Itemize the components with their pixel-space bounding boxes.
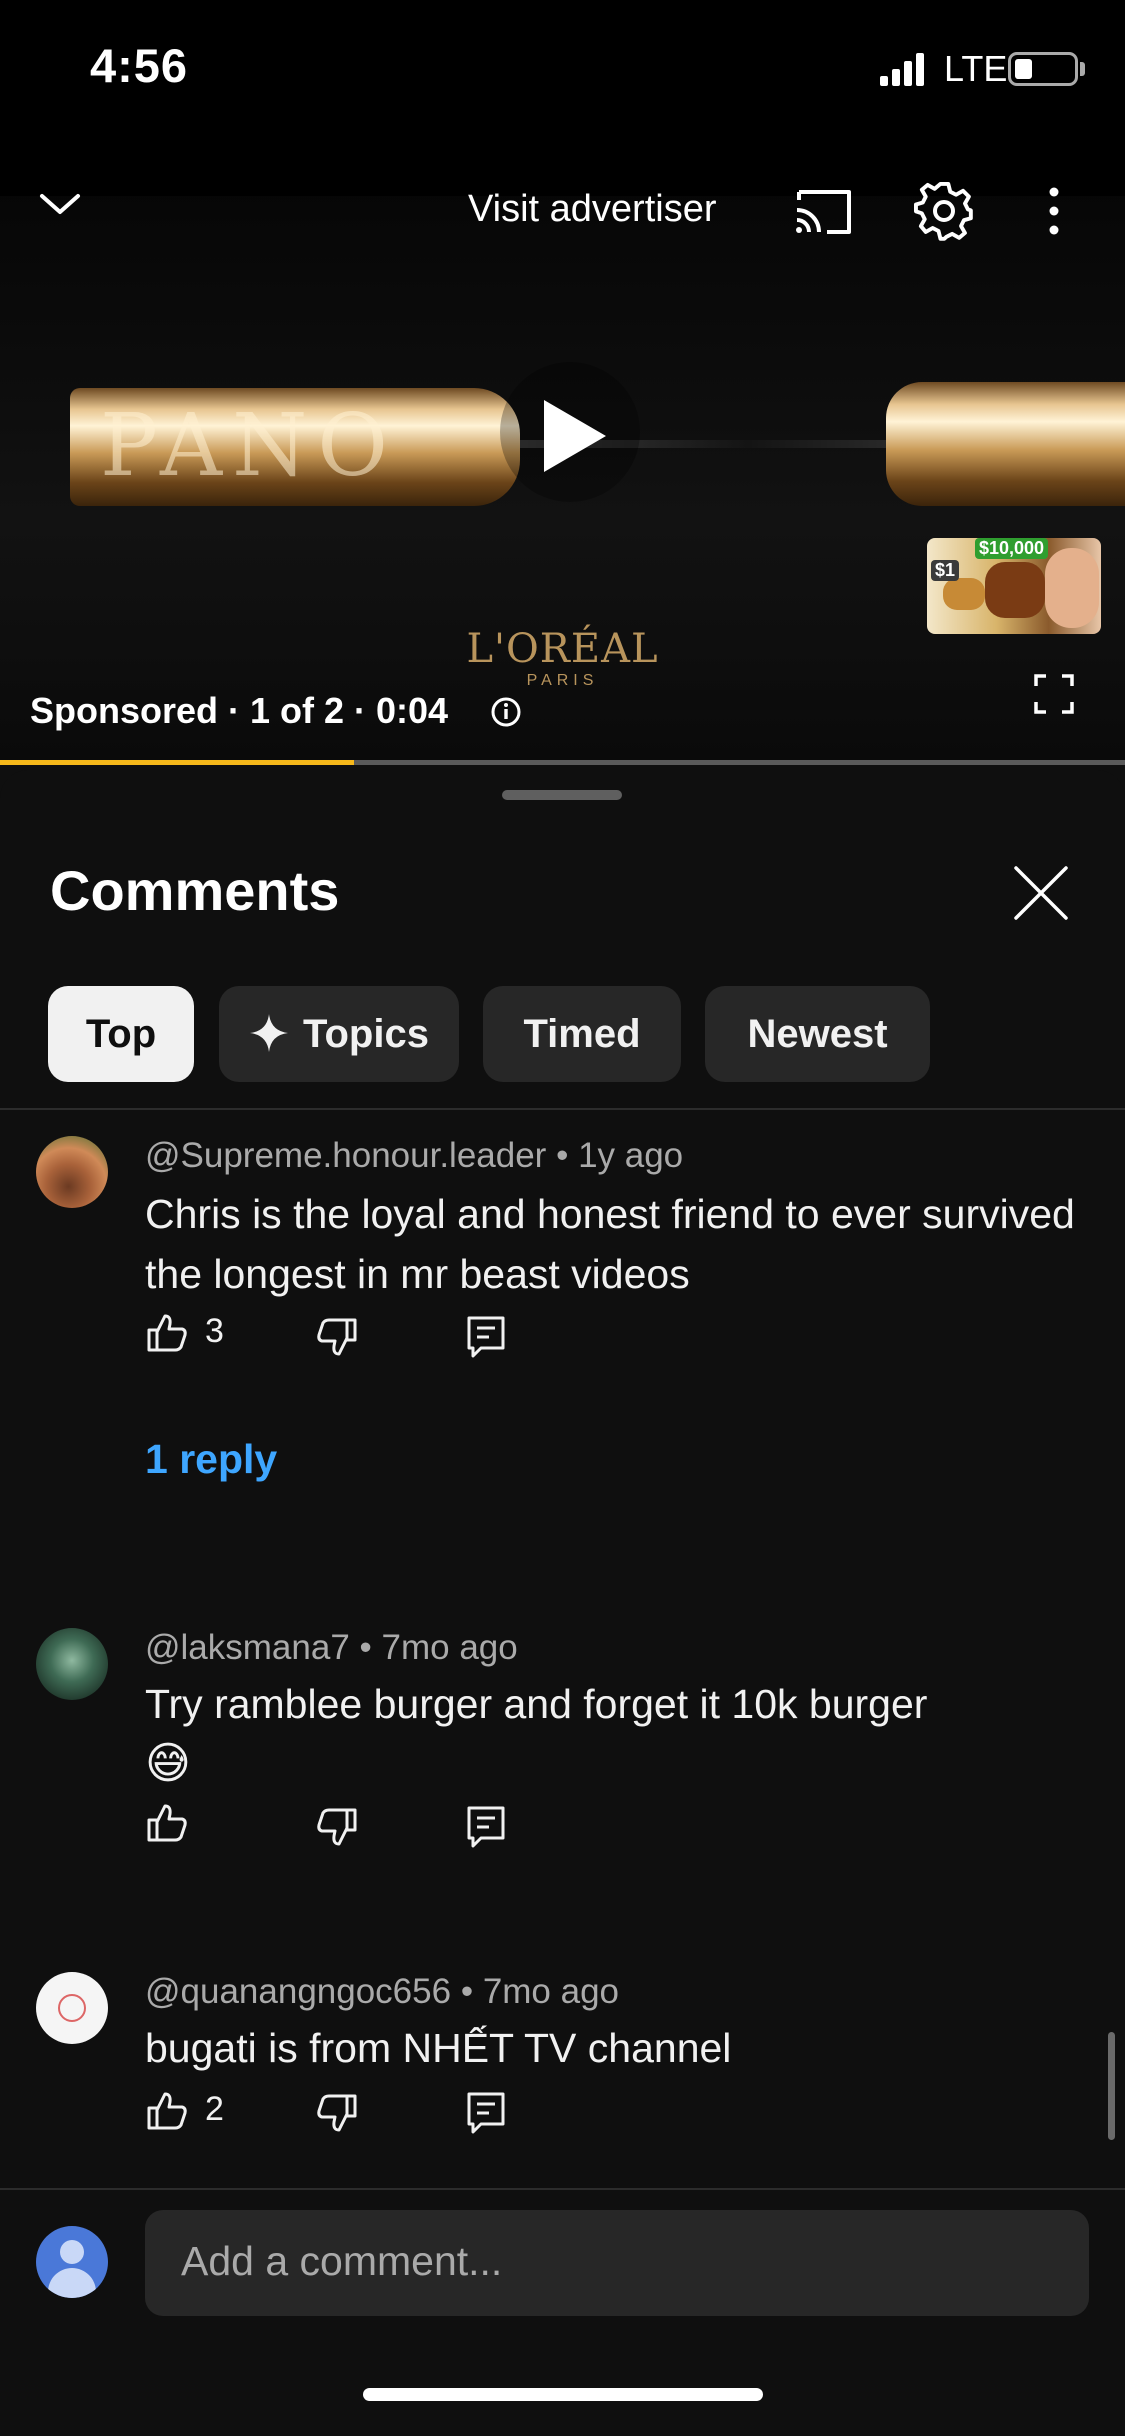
dislike-icon[interactable]	[315, 1316, 359, 1360]
drag-handle[interactable]	[502, 790, 622, 800]
ad-meta: Sponsored · 1 of 2 · 0:04	[30, 690, 449, 731]
comment-text: Try ramblee burger and forget it 10k bur…	[145, 1674, 1085, 1794]
dislike-icon[interactable]	[315, 1806, 359, 1850]
ad-product-label: PANO	[100, 396, 398, 496]
thumb-price-high: $10,000	[975, 538, 1049, 559]
like-count: 3	[205, 1312, 224, 1350]
home-indicator[interactable]	[363, 2388, 763, 2401]
user-avatar[interactable]	[36, 2226, 108, 2298]
fullscreen-icon[interactable]	[1034, 674, 1074, 714]
network-type: LTE	[944, 48, 1008, 89]
battery-icon	[1008, 52, 1078, 86]
chip-newest[interactable]: Newest	[705, 986, 930, 1082]
composer-divider	[0, 2188, 1125, 2190]
next-video-thumbnail[interactable]: $1 $10,000	[927, 538, 1101, 634]
thumb-burger-small	[943, 578, 985, 610]
thumb-face	[1045, 548, 1099, 628]
comments-panel: Comments Top Topics Timed Newest @Suprem…	[0, 770, 1125, 2436]
ad-product-tube-right	[886, 382, 1125, 506]
gear-icon[interactable]	[913, 180, 975, 242]
play-icon[interactable]	[540, 398, 610, 474]
comment-author[interactable]: @quanangngoc656	[145, 1972, 451, 2011]
battery-tip	[1080, 62, 1085, 76]
visit-advertiser-link[interactable]: Visit advertiser	[468, 188, 717, 231]
comment-text: bugati is from NHẾT TV channel	[145, 2025, 732, 2071]
reply-icon[interactable]	[465, 1804, 509, 1848]
info-icon[interactable]	[490, 696, 522, 728]
status-bar: 4:56 LTE	[0, 0, 1125, 150]
comment-text-body: Try ramblee burger and forget it 10k bur…	[145, 1681, 928, 1727]
avatar[interactable]	[36, 1136, 108, 1208]
more-vertical-icon[interactable]	[1044, 184, 1064, 238]
chip-topics[interactable]: Topics	[219, 986, 459, 1082]
comment-author[interactable]: @laksmana7	[145, 1628, 350, 1667]
brand-logo-sub: PARIS	[526, 672, 599, 689]
chip-topics-label: Topics	[303, 1012, 429, 1056]
signal-icon	[880, 53, 924, 86]
ad-progress-fill	[0, 760, 355, 765]
dislike-icon[interactable]	[315, 2092, 359, 2136]
chevron-down-icon[interactable]	[36, 180, 84, 228]
view-replies-link[interactable]: 1 reply	[145, 1436, 277, 1483]
scrollbar[interactable]	[1108, 2032, 1115, 2140]
comment-input-placeholder: Add a comment...	[181, 2238, 503, 2284]
panel-title: Comments	[50, 859, 340, 922]
avatar[interactable]	[36, 1628, 108, 1700]
comment-text: Chris is the loyal and honest friend to …	[145, 1191, 1075, 1297]
comment-age: 7mo ago	[482, 1972, 620, 2011]
comment-age: 1y ago	[578, 1136, 684, 1175]
comment-meta[interactable]: @laksmana7 • 7mo ago	[145, 1628, 518, 1668]
like-icon[interactable]	[145, 1800, 189, 1844]
close-icon[interactable]	[1010, 862, 1072, 924]
comment-meta[interactable]: @quanangngoc656 • 7mo ago	[145, 1972, 619, 2012]
comment-author[interactable]: @Supreme.honour.leader	[145, 1136, 546, 1175]
cast-icon[interactable]	[793, 184, 855, 238]
comment-meta[interactable]: @Supreme.honour.leader • 1y ago	[145, 1136, 683, 1176]
chip-top[interactable]: Top	[48, 986, 194, 1082]
thumb-burger-large	[985, 562, 1045, 618]
like-icon[interactable]	[145, 2088, 189, 2132]
sparkle-icon	[250, 1014, 289, 1052]
chip-timed[interactable]: Timed	[483, 986, 681, 1082]
like-icon[interactable]	[145, 1310, 189, 1354]
comment-input[interactable]: Add a comment...	[145, 2210, 1089, 2316]
reply-icon[interactable]	[465, 1314, 509, 1358]
ad-progress-bar[interactable]	[0, 760, 1125, 765]
avatar[interactable]	[36, 1972, 108, 2044]
like-count: 2	[205, 2090, 224, 2128]
emoji: 😅	[145, 1739, 191, 1788]
thumb-price-low: $1	[931, 560, 960, 581]
chips-divider	[0, 1108, 1125, 1110]
status-time: 4:56	[90, 39, 189, 92]
reply-icon[interactable]	[465, 2090, 509, 2134]
video-player[interactable]: PANO Visit advertiser L'ORÉAL PARIS $1 $…	[0, 150, 1125, 765]
comment-age: 7mo ago	[381, 1628, 518, 1667]
